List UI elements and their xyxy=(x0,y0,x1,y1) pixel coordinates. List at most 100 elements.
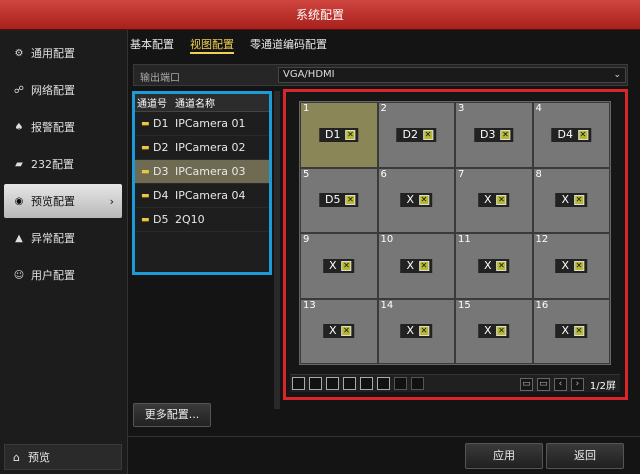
close-icon[interactable]: ✕ xyxy=(574,260,585,271)
close-icon[interactable]: ✕ xyxy=(496,260,507,271)
sidebar-item-exception[interactable]: ▲ 异常配置 xyxy=(4,221,122,255)
channel-name: IPCamera 03 xyxy=(175,165,246,178)
sidebar: ⚙ 通用配置 ☍ 网络配置 ♠ 报警配置 ▰ 232配置 ◉ 预览配置 › ▲ … xyxy=(0,30,128,474)
close-icon[interactable]: ✕ xyxy=(496,326,507,337)
layout-9-icon[interactable] xyxy=(360,377,373,390)
tab-view[interactable]: 视图配置 xyxy=(190,36,234,54)
scrollbar[interactable] xyxy=(274,91,280,409)
view-cell[interactable]: 12 X ✕ xyxy=(533,234,609,298)
delete-icon[interactable]: ▭ xyxy=(536,378,550,391)
channel-name: 2Q10 xyxy=(175,213,205,226)
layout-16-icon[interactable] xyxy=(377,377,390,390)
sidebar-item-users[interactable]: ☺ 用户配置 xyxy=(4,258,122,292)
view-cell-index: 14 xyxy=(380,299,394,311)
view-cell[interactable]: 4 D4 ✕ xyxy=(533,103,609,167)
view-cell[interactable]: 13 X ✕ xyxy=(301,299,377,363)
sidebar-item-network[interactable]: ☍ 网络配置 xyxy=(4,73,122,107)
view-cell-label: D1 xyxy=(325,127,341,141)
preview-home-button[interactable]: ⌂ 预览 xyxy=(4,444,122,470)
view-cell-channel: D5 ✕ xyxy=(319,193,359,208)
view-cell[interactable]: 7 X ✕ xyxy=(456,168,532,232)
camera-icon: ▬ xyxy=(141,142,150,153)
tab-zero-channel[interactable]: 零通道编码配置 xyxy=(250,36,327,54)
more-settings-button[interactable]: 更多配置... xyxy=(133,403,211,427)
layout-4-icon[interactable] xyxy=(309,377,322,390)
view-cell-index: 15 xyxy=(458,299,471,311)
view-cell-channel: X ✕ xyxy=(400,193,433,208)
layout-1-icon[interactable] xyxy=(292,377,305,390)
tab-basic[interactable]: 基本配置 xyxy=(130,36,174,54)
sidebar-item-alarm[interactable]: ♠ 报警配置 xyxy=(4,110,122,144)
channel-no: D5 xyxy=(153,213,169,226)
view-cell[interactable]: 6 X ✕ xyxy=(378,168,454,232)
prev-page-icon[interactable]: ‹ xyxy=(553,378,567,391)
camera-icon: ▬ xyxy=(141,190,150,201)
layout-8-icon[interactable] xyxy=(343,377,356,390)
channel-row[interactable]: ▬ D2 IPCamera 02 xyxy=(135,136,269,160)
close-icon[interactable]: ✕ xyxy=(341,326,352,337)
layout-25-icon[interactable] xyxy=(394,377,407,390)
view-cell-index: 10 xyxy=(380,234,394,245)
close-icon[interactable]: ✕ xyxy=(422,129,433,140)
close-icon[interactable]: ✕ xyxy=(419,195,430,206)
channel-name: IPCamera 02 xyxy=(175,141,246,154)
close-icon[interactable]: ✕ xyxy=(500,129,511,140)
apply-button[interactable]: 应用 xyxy=(465,443,543,469)
sidebar-item-232[interactable]: ▰ 232配置 xyxy=(4,147,122,181)
chevron-right-icon: › xyxy=(109,194,114,208)
view-cell[interactable]: 11 X ✕ xyxy=(456,234,532,298)
close-icon[interactable]: ✕ xyxy=(341,260,352,271)
sidebar-item-label: 用户配置 xyxy=(31,269,75,282)
view-cell[interactable]: 16 X ✕ xyxy=(533,299,609,363)
channel-row[interactable]: ▬ D5 2Q10 xyxy=(135,208,269,232)
channel-no: D2 xyxy=(153,141,169,154)
view-cell-index: 5 xyxy=(303,168,310,180)
sidebar-item-general[interactable]: ⚙ 通用配置 xyxy=(4,36,122,70)
close-icon[interactable]: ✕ xyxy=(577,129,588,140)
close-icon[interactable]: ✕ xyxy=(574,326,585,337)
close-icon[interactable]: ✕ xyxy=(345,129,356,140)
close-icon[interactable]: ✕ xyxy=(345,195,356,206)
layout-6-icon[interactable] xyxy=(326,377,339,390)
warning-icon: ▲ xyxy=(15,232,23,244)
view-cell[interactable]: 1 D1 ✕ xyxy=(301,103,377,167)
output-port-select[interactable]: VGA/HDMI ⌄ xyxy=(278,67,626,83)
view-cell[interactable]: 5 D5 ✕ xyxy=(301,168,377,232)
sidebar-item-preview[interactable]: ◉ 预览配置 › xyxy=(4,184,122,218)
output-port-row: 输出端口 VGA/HDMI ⌄ xyxy=(133,64,628,86)
view-cell-label: D4 xyxy=(557,127,573,141)
next-page-icon[interactable]: › xyxy=(570,378,584,391)
view-cell[interactable]: 2 D2 ✕ xyxy=(378,103,454,167)
view-cell-label: D2 xyxy=(402,127,418,141)
view-cell[interactable]: 10 X ✕ xyxy=(378,234,454,298)
sidebar-item-label: 网络配置 xyxy=(31,84,75,97)
channel-row[interactable]: ▬ D1 IPCamera 01 xyxy=(135,112,269,136)
copy-icon[interactable]: ▭ xyxy=(519,378,533,391)
view-cell-channel: D1 ✕ xyxy=(319,127,359,142)
sidebar-item-label: 通用配置 xyxy=(31,47,75,60)
channel-name: IPCamera 04 xyxy=(175,189,246,202)
view-cell[interactable]: 14 X ✕ xyxy=(378,299,454,363)
channel-row-selected[interactable]: ▬ D3 IPCamera 03 xyxy=(135,160,269,184)
view-cell-index: 6 xyxy=(380,168,387,180)
camera-icon: ▬ xyxy=(141,118,150,129)
view-cell[interactable]: 3 D3 ✕ xyxy=(456,103,532,167)
view-cell-index: 3 xyxy=(458,103,465,114)
view-cell-channel: X ✕ xyxy=(400,324,433,339)
close-icon[interactable]: ✕ xyxy=(496,195,507,206)
view-cell[interactable]: 8 X ✕ xyxy=(533,168,609,232)
view-cell-channel: X ✕ xyxy=(477,324,510,339)
close-icon[interactable]: ✕ xyxy=(574,195,585,206)
back-button[interactable]: 返回 xyxy=(546,443,624,469)
close-icon[interactable]: ✕ xyxy=(419,260,430,271)
view-cell[interactable]: 15 X ✕ xyxy=(456,299,532,363)
sidebar-item-label: 报警配置 xyxy=(31,121,75,134)
channel-list: 通道号 通道名称 ▬ D1 IPCamera 01 ▬ D2 IPCamera … xyxy=(132,91,272,275)
view-cell-index: 12 xyxy=(535,234,549,245)
channel-row[interactable]: ▬ D4 IPCamera 04 xyxy=(135,184,269,208)
layout-36-icon[interactable] xyxy=(411,377,424,390)
alarm-icon: ♠ xyxy=(14,121,24,133)
close-icon[interactable]: ✕ xyxy=(419,326,430,337)
view-cell[interactable]: 9 X ✕ xyxy=(301,234,377,298)
view-cell-index: 13 xyxy=(303,299,316,311)
